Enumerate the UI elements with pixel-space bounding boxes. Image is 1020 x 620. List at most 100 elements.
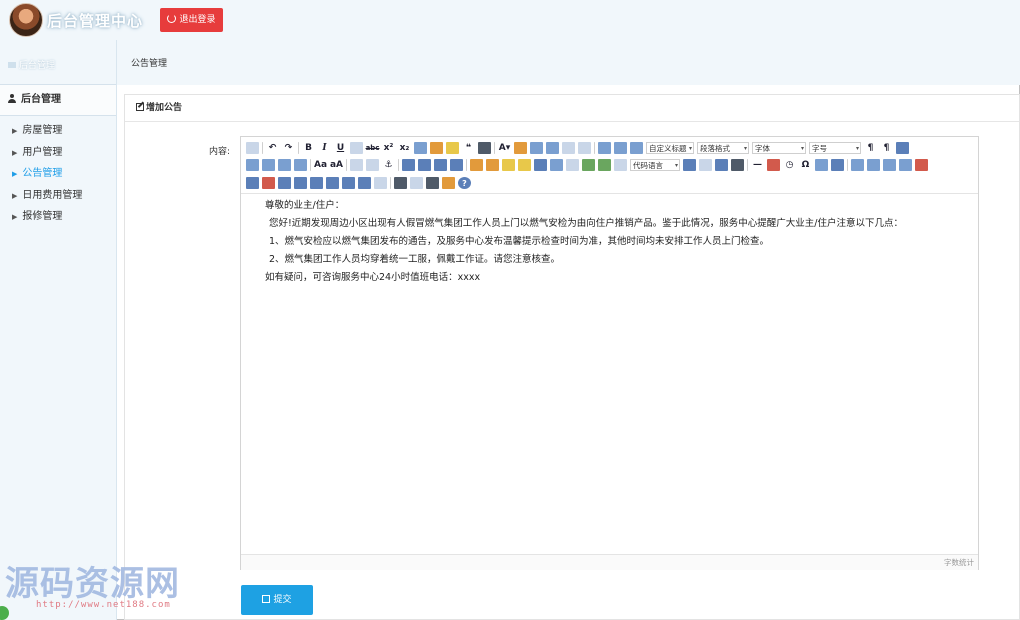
search-replace-icon[interactable]	[831, 159, 844, 171]
paragraph-format-select[interactable]: 段落格式	[697, 142, 749, 155]
attachment-icon[interactable]	[566, 159, 579, 171]
blockquote-icon[interactable]: ❝	[462, 142, 475, 154]
background-icon[interactable]	[715, 159, 728, 171]
drafts-icon[interactable]	[426, 177, 439, 189]
align-center-icon[interactable]	[262, 159, 275, 171]
avatar[interactable]	[9, 3, 43, 37]
special-char-icon[interactable]: Ω	[799, 159, 812, 171]
delete-table-icon[interactable]	[867, 159, 880, 171]
indent-icon[interactable]	[896, 142, 909, 154]
ordered-list-icon[interactable]	[530, 142, 543, 154]
merge-cells-icon[interactable]	[278, 177, 291, 189]
auto-save-icon[interactable]	[442, 177, 455, 189]
insert-column-icon[interactable]	[246, 177, 259, 189]
rtl-direction-icon[interactable]: ¶	[880, 142, 893, 154]
italic-icon[interactable]: I	[318, 142, 331, 154]
anchor-icon[interactable]: ⚓	[382, 159, 395, 171]
sidebar-item-daily-fees[interactable]: ▶ 日用费用管理	[0, 185, 116, 207]
sidebar-item-label: 房屋管理	[22, 125, 63, 136]
auto-typeset-icon[interactable]	[446, 142, 459, 154]
sidebar-item-announcements[interactable]: ▶ 公告管理	[0, 163, 116, 185]
row-spacing-bottom-icon[interactable]	[614, 142, 627, 154]
paste-plain-icon[interactable]	[478, 142, 491, 154]
logout-button[interactable]: 退出登录	[160, 8, 223, 32]
background-color-icon[interactable]	[514, 142, 527, 154]
ltr-direction-icon[interactable]: ¶	[864, 142, 877, 154]
font-color-icon[interactable]: A▾	[498, 142, 511, 154]
template-icon[interactable]	[699, 159, 712, 171]
horizontal-rule-icon[interactable]: —	[751, 159, 764, 171]
underline-icon[interactable]: U	[334, 142, 347, 154]
sidebar-nav: ▶ 房屋管理 ▶ 用户管理 ▶ 公告管理 ▶ 日用费用管理 ▶ 报修管理	[0, 120, 116, 228]
insert-table-icon[interactable]	[851, 159, 864, 171]
insert-row-icon[interactable]	[899, 159, 912, 171]
chevron-right-icon: ▶	[12, 148, 18, 157]
undo-icon[interactable]: ↶	[266, 142, 279, 154]
word-count: 字数统计	[944, 558, 974, 567]
row-spacing-top-icon[interactable]	[598, 142, 611, 154]
split-to-cols-icon[interactable]	[358, 177, 371, 189]
superscript-icon[interactable]: x²	[382, 142, 395, 154]
wordimage-icon[interactable]	[731, 159, 744, 171]
image-left-icon[interactable]	[418, 159, 431, 171]
redo-icon[interactable]: ↷	[282, 142, 295, 154]
chart-icon[interactable]	[374, 177, 387, 189]
split-to-cells-icon[interactable]	[326, 177, 339, 189]
image-right-icon[interactable]	[434, 159, 447, 171]
align-justify-icon[interactable]	[294, 159, 307, 171]
snapscreen-icon[interactable]	[815, 159, 828, 171]
align-left-icon[interactable]	[246, 159, 259, 171]
submit-button[interactable]: 提交	[241, 585, 313, 615]
insert-frame-icon[interactable]	[614, 159, 627, 171]
date-icon[interactable]	[767, 159, 780, 171]
align-right-icon[interactable]	[278, 159, 291, 171]
delete-column-icon[interactable]	[262, 177, 275, 189]
clear-format-icon[interactable]	[430, 142, 443, 154]
image-none-icon[interactable]	[402, 159, 415, 171]
time-icon[interactable]: ◷	[783, 159, 796, 171]
sidebar-item-housing[interactable]: ▶ 房屋管理	[0, 120, 116, 142]
to-lowercase-icon[interactable]: aA	[330, 159, 343, 171]
merge-right-icon[interactable]	[294, 177, 307, 189]
help-icon[interactable]: ?	[458, 177, 471, 189]
insert-image-icon[interactable]	[470, 159, 483, 171]
insert-video-icon[interactable]	[534, 159, 547, 171]
font-family-select[interactable]: 字体	[752, 142, 806, 155]
sidebar-item-users[interactable]: ▶ 用户管理	[0, 142, 116, 164]
sidebar-item-repairs[interactable]: ▶ 报修管理	[0, 206, 116, 228]
unlink-icon[interactable]	[366, 159, 379, 171]
image-center-icon[interactable]	[450, 159, 463, 171]
print-icon[interactable]	[394, 177, 407, 189]
font-border-icon[interactable]	[350, 142, 363, 154]
select-all-icon[interactable]	[562, 142, 575, 154]
merge-down-icon[interactable]	[310, 177, 323, 189]
editor-content[interactable]: 尊敬的业主/住户： 您好!近期发现周边小区出现有人假冒燃气集团工作人员上门以燃气…	[241, 194, 978, 554]
delete-row-icon[interactable]	[915, 159, 928, 171]
unordered-list-icon[interactable]	[546, 142, 559, 154]
line-height-icon[interactable]	[630, 142, 643, 154]
multi-image-icon[interactable]	[486, 159, 499, 171]
custom-title-select[interactable]: 自定义标题	[646, 142, 694, 155]
page-break-icon[interactable]	[683, 159, 696, 171]
format-match-icon[interactable]	[414, 142, 427, 154]
insert-music-icon[interactable]	[550, 159, 563, 171]
font-size-select[interactable]: 字号	[809, 142, 861, 155]
clear-doc-icon[interactable]	[578, 142, 591, 154]
sidebar-item-label: 日用费用管理	[22, 189, 83, 201]
strikethrough-icon[interactable]: abc	[366, 142, 380, 154]
map-icon[interactable]	[582, 159, 595, 171]
sidebar-heading-label: 后台管理	[21, 94, 61, 105]
code-language-select[interactable]: 代码语言	[630, 159, 680, 172]
link-icon[interactable]	[350, 159, 363, 171]
emotion-icon[interactable]	[502, 159, 515, 171]
sidebar-heading[interactable]: 后台管理	[0, 84, 116, 116]
bold-icon[interactable]: B	[302, 142, 315, 154]
preview-icon[interactable]	[410, 177, 423, 189]
to-uppercase-icon[interactable]: Aa	[314, 159, 327, 171]
gmap-icon[interactable]	[598, 159, 611, 171]
scrawl-icon[interactable]	[518, 159, 531, 171]
subscript-icon[interactable]: x₂	[398, 142, 411, 154]
split-to-rows-icon[interactable]	[342, 177, 355, 189]
insert-paragraph-before-table-icon[interactable]	[883, 159, 896, 171]
html-source-icon[interactable]	[246, 142, 259, 154]
